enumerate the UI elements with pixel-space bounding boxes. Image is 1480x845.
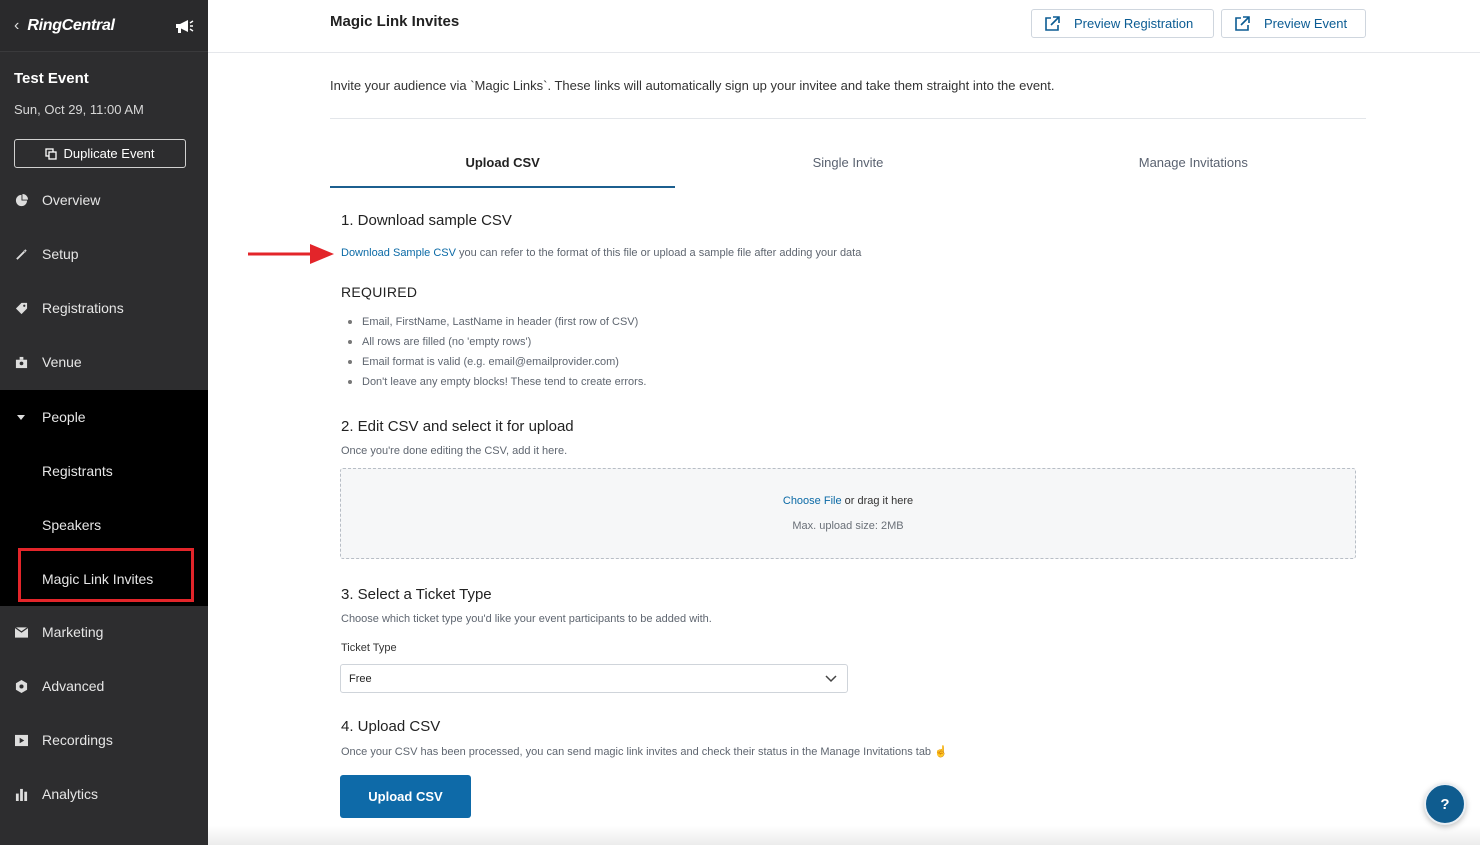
brand-logo: RingCentral	[27, 16, 115, 34]
file-dropzone[interactable]: Choose File or drag it here Max. upload …	[340, 468, 1356, 559]
step3-title: 3. Select a Ticket Type	[341, 586, 492, 603]
sidebar-subitem-registrants[interactable]: Registrants	[0, 444, 208, 498]
preview-event-button[interactable]: Preview Event	[1221, 9, 1366, 38]
ticket-type-select[interactable]: Free	[340, 664, 848, 693]
tag-icon	[14, 301, 28, 315]
top-bar: Magic Link Invites Preview Registration …	[208, 0, 1480, 53]
hexagon-icon	[14, 679, 28, 693]
play-icon	[14, 733, 28, 747]
sidebar-item-recordings[interactable]: Recordings	[0, 713, 208, 767]
pie-chart-icon	[14, 193, 28, 207]
list-item: Email format is valid (e.g. email@emailp…	[347, 354, 646, 374]
envelope-icon	[14, 625, 28, 639]
list-item: Email, FirstName, LastName in header (fi…	[347, 314, 646, 334]
sidebar-item-label: Overview	[42, 192, 101, 208]
bottom-shade	[208, 826, 1480, 845]
step4-title: 4. Upload CSV	[341, 718, 441, 735]
tab-bar: Upload CSV Single Invite Manage Invitati…	[330, 140, 1366, 188]
magic-wand-icon	[14, 247, 28, 261]
list-item: All rows are filled (no 'empty rows')	[347, 334, 646, 354]
duplicate-event-button[interactable]: Duplicate Event	[14, 139, 186, 168]
sidebar-item-analytics[interactable]: Analytics	[0, 767, 208, 821]
download-sample-csv-link[interactable]: Download Sample CSV	[341, 247, 456, 259]
sidebar-item-venue[interactable]: Venue	[0, 335, 208, 389]
venue-icon	[14, 355, 28, 369]
sidebar-item-label: Venue	[42, 354, 82, 370]
sidebar-subitem-label: Registrants	[42, 463, 113, 479]
step2-title: 2. Edit CSV and select it for upload	[341, 418, 574, 435]
max-upload-size: Max. upload size: 2MB	[792, 520, 904, 532]
divider	[330, 118, 1366, 119]
bar-chart-icon	[14, 787, 28, 801]
preview-registration-button[interactable]: Preview Registration	[1031, 9, 1214, 38]
upload-csv-button[interactable]: Upload CSV	[340, 775, 471, 818]
choose-file-link[interactable]: Choose File	[783, 495, 842, 507]
sidebar-item-marketing[interactable]: Marketing	[0, 605, 208, 659]
duplicate-event-label: Duplicate Event	[63, 146, 155, 161]
annotation-highlight-box	[18, 548, 194, 602]
step1-title: 1. Download sample CSV	[341, 212, 512, 229]
list-item: Don't leave any empty blocks! These tend…	[347, 374, 646, 394]
required-title: REQUIRED	[341, 284, 418, 300]
tab-upload-csv[interactable]: Upload CSV	[330, 140, 676, 188]
step3-description: Choose which ticket type you'd like your…	[341, 613, 712, 625]
step1-description: Download Sample CSV you can refer to the…	[341, 247, 861, 259]
step2-description: Once you're done editing the CSV, add it…	[341, 445, 568, 457]
drag-text: or drag it here	[841, 495, 914, 507]
sidebar-item-label: Advanced	[42, 678, 105, 694]
sidebar-item-label: Setup	[42, 246, 79, 262]
sidebar-item-advanced[interactable]: Advanced	[0, 659, 208, 713]
preview-event-label: Preview Event	[1264, 16, 1348, 31]
sidebar-item-registrations[interactable]: Registrations	[0, 281, 208, 335]
sidebar: ‹ RingCentral Test Event Sun, Oct 29, 11…	[0, 0, 208, 845]
brand-bar: ‹ RingCentral	[0, 0, 208, 52]
sidebar-subitem-speakers[interactable]: Speakers	[0, 498, 208, 552]
external-link-icon	[1234, 15, 1250, 32]
copy-icon	[45, 147, 58, 160]
sidebar-item-label: People	[42, 409, 86, 425]
sidebar-item-label: Marketing	[42, 624, 104, 640]
ticket-type-value: Free	[349, 672, 372, 685]
sidebar-item-people[interactable]: People	[0, 390, 208, 444]
tab-single-invite[interactable]: Single Invite	[675, 140, 1020, 188]
event-date: Sun, Oct 29, 11:00 AM	[14, 102, 144, 117]
required-list: Email, FirstName, LastName in header (fi…	[347, 314, 646, 394]
annotation-arrow-icon	[248, 244, 334, 264]
preview-registration-label: Preview Registration	[1074, 16, 1194, 31]
sidebar-item-label: Analytics	[42, 786, 99, 802]
caret-down-icon	[14, 410, 28, 424]
sidebar-item-label: Recordings	[42, 732, 113, 748]
step4-description: Once your CSV has been processed, you ca…	[341, 746, 948, 758]
help-button[interactable]: ?	[1424, 783, 1466, 825]
megaphone-icon[interactable]	[174, 18, 194, 34]
chevron-down-icon	[825, 674, 837, 683]
ticket-type-label: Ticket Type	[341, 642, 397, 654]
tab-manage-invitations[interactable]: Manage Invitations	[1021, 140, 1366, 188]
sidebar-item-label: Registrations	[42, 300, 124, 316]
sidebar-subitem-label: Speakers	[42, 517, 102, 533]
sidebar-item-overview[interactable]: Overview	[0, 173, 208, 227]
back-icon[interactable]: ‹	[14, 17, 19, 34]
external-link-icon	[1044, 15, 1060, 32]
step1-desc-text: you can refer to the format of this file…	[455, 247, 862, 259]
event-title: Test Event	[14, 70, 89, 87]
dropzone-text: Choose File or drag it here	[341, 495, 1355, 507]
page-title: Magic Link Invites	[330, 13, 460, 30]
intro-text: Invite your audience via `Magic Links`. …	[330, 78, 1055, 93]
sidebar-item-setup[interactable]: Setup	[0, 227, 208, 281]
